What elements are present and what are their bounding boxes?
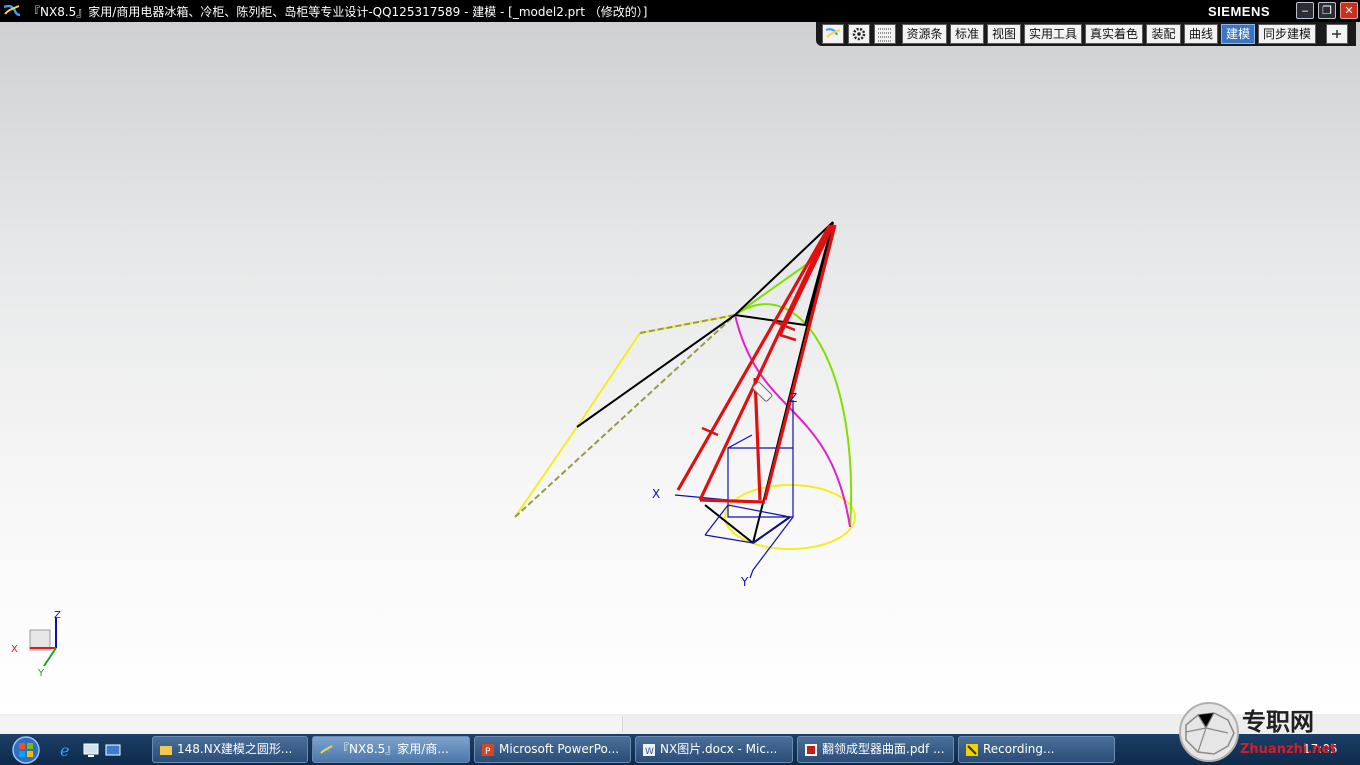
watermark-en-text: Zhuanzhi.net [1240, 742, 1336, 757]
svg-text:P: P [485, 747, 491, 757]
tab-resource-bar[interactable]: 资源条 [902, 24, 947, 44]
svg-text:e: e [60, 741, 69, 759]
tab-curve[interactable]: 曲线 [1184, 24, 1218, 44]
task-label: Recording... [983, 742, 1055, 756]
taskbar-item-recording[interactable]: Recording... [958, 736, 1115, 763]
triad-z-label: Z [54, 610, 61, 621]
grid-icon[interactable] [874, 24, 896, 44]
svg-text:W: W [645, 747, 654, 757]
title-bar: 『NX8.5』家用/商用电器冰箱、冷柜、陈列柜、岛柜等专业设计-QQ125317… [0, 0, 1360, 22]
tab-true-shading[interactable]: 真实着色 [1085, 24, 1143, 44]
folder-icon [160, 746, 172, 755]
task-label: 翻领成型器曲面.pdf ... [822, 742, 945, 756]
nx-logo-icon[interactable] [3, 3, 21, 19]
recorder-icon [966, 744, 978, 756]
pdf-icon [805, 744, 817, 756]
tab-utilities[interactable]: 实用工具 [1024, 24, 1082, 44]
dock-menu-icon[interactable] [1326, 24, 1348, 44]
triad-x-label: X [11, 644, 18, 655]
taskbar: e 148.NX建模之圆形... 『NX8.5』家用/商... P Micros… [0, 734, 1360, 765]
toolbar-ribbon: 资源条 标准 视图 实用工具 真实着色 装配 曲线 建模 同步建模 [816, 22, 1356, 46]
red-ticks [701, 320, 797, 437]
minimize-button[interactable]: ‒ [1296, 2, 1314, 19]
wcs-y-label: Y [740, 575, 749, 589]
siemens-brand: SIEMENS [1208, 4, 1271, 19]
switch-windows-icon[interactable] [104, 741, 122, 759]
taskbar-item-powerpoint[interactable]: P Microsoft PowerPo... [474, 736, 631, 763]
restore-button[interactable]: ❐ [1318, 2, 1336, 19]
tab-standard[interactable]: 标准 [950, 24, 984, 44]
view-triad: Z X Y [11, 610, 61, 678]
taskbar-item-folder[interactable]: 148.NX建模之圆形... [152, 736, 308, 763]
gear-icon[interactable] [848, 24, 870, 44]
tab-modeling[interactable]: 建模 [1221, 24, 1255, 44]
nx-app-icon [319, 745, 333, 754]
scrollbar-thumb[interactable] [0, 716, 623, 732]
task-label: NX图片.docx - Mic... [660, 742, 778, 756]
horizontal-scrollbar[interactable] [0, 714, 1360, 734]
triad-y-label: Y [37, 668, 45, 678]
ie-icon[interactable]: e [58, 741, 76, 759]
show-desktop-icon[interactable] [82, 741, 100, 759]
yellow-dashed-line [514, 314, 736, 518]
taskbar-item-pdf[interactable]: 翻领成型器曲面.pdf ... [797, 736, 954, 763]
task-label: 148.NX建模之圆形... [177, 742, 293, 756]
model-geometry[interactable]: X Z Y [0, 22, 1360, 734]
window-title: 『NX8.5』家用/商用电器冰箱、冷柜、陈列柜、岛柜等专业设计-QQ125317… [28, 5, 648, 19]
tab-view[interactable]: 视图 [987, 24, 1021, 44]
word-icon: W [643, 744, 655, 757]
task-label: Microsoft PowerPo... [499, 742, 620, 756]
taskbar-item-nx[interactable]: 『NX8.5』家用/商... [312, 736, 470, 763]
watermark-cn-text: 专职网 [1242, 708, 1314, 736]
tab-assemblies[interactable]: 装配 [1146, 24, 1181, 44]
wcs-z-label: Z [789, 391, 797, 405]
wcs-x-label: X [652, 487, 660, 501]
close-button[interactable]: ✕ [1340, 2, 1358, 19]
nx-logo-icon[interactable] [822, 24, 844, 44]
taskbar-item-word[interactable]: W NX图片.docx - Mic... [635, 736, 793, 763]
graphics-window[interactable]: X Z Y Z X Y [0, 22, 1360, 734]
red-lines [676, 224, 837, 504]
zhuanzhi-watermark: 专职网 Zhuanzhi.net [1179, 702, 1336, 762]
start-button[interactable] [4, 734, 46, 765]
powerpoint-icon: P [482, 744, 494, 757]
task-label: 『NX8.5』家用/商... [337, 742, 449, 756]
tab-synchronous-modeling[interactable]: 同步建模 [1258, 24, 1316, 44]
